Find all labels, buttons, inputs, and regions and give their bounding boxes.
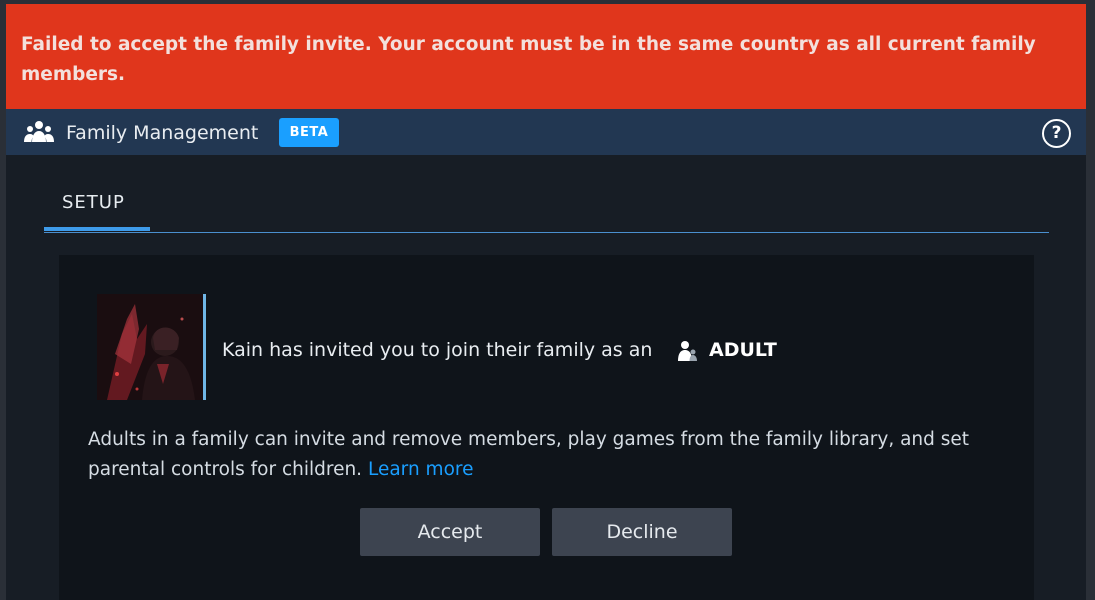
avatar-artwork [97,294,203,400]
invite-card: Kain has invited you to join their famil… [59,255,1034,600]
role-description-text: Adults in a family can invite and remove… [88,429,970,480]
beta-badge: BETA [279,118,339,147]
invite-message: Kain has invited you to join their famil… [222,339,653,361]
help-button[interactable]: ? [1042,119,1071,148]
role-description: Adults in a family can invite and remove… [88,425,1018,485]
help-icon: ? [1051,123,1062,143]
learn-more-link[interactable]: Learn more [368,459,474,480]
adult-person-icon [678,341,697,361]
accept-button[interactable]: Accept [360,508,540,556]
error-message: Failed to accept the family invite. Your… [21,34,1036,85]
tab-active-indicator [44,227,150,231]
page-title: Family Management [66,122,259,144]
family-management-window: Failed to accept the family invite. Your… [6,4,1086,600]
role-label: ADULT [709,339,777,361]
tab-bar: SETUP [44,182,1049,233]
header-bar: Family Management BETA ? [6,109,1086,155]
tab-setup[interactable]: SETUP [44,182,150,231]
decline-button[interactable]: Decline [552,508,732,556]
inviter-avatar [97,294,206,400]
tab-setup-label: SETUP [62,192,125,213]
error-banner: Failed to accept the family invite. Your… [6,4,1086,109]
family-group-icon [24,121,54,142]
